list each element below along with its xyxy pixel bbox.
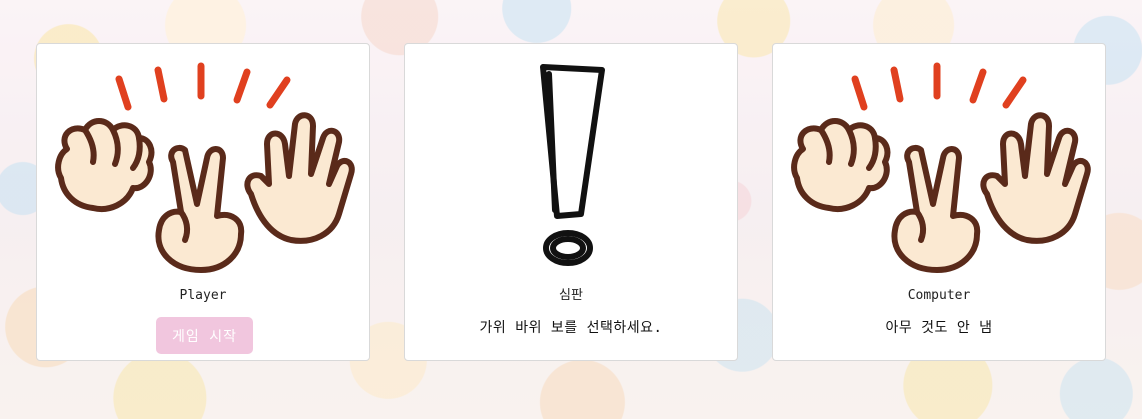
judge-name: 심판 xyxy=(559,288,583,303)
emphasis-lines xyxy=(115,62,291,111)
rock-paper-scissors-hands-icon xyxy=(773,44,1105,284)
computer-card: Computer 아무 것도 안 냄 xyxy=(772,43,1106,361)
rock-paper-scissors-hands-icon xyxy=(37,44,369,284)
player-name: Player xyxy=(179,288,227,303)
judge-message: 가위 바위 보를 선택하세요. xyxy=(479,320,663,336)
emphasis-lines xyxy=(851,62,1027,111)
exclamation-mark-icon xyxy=(405,44,737,284)
player-card: Player 게임 시작 xyxy=(36,43,370,361)
computer-status: 아무 것도 안 냄 xyxy=(885,320,993,336)
judge-card: 심판 가위 바위 보를 선택하세요. xyxy=(404,43,738,361)
start-game-button[interactable]: 게임 시작 xyxy=(156,317,253,354)
computer-name: Computer xyxy=(907,288,971,303)
